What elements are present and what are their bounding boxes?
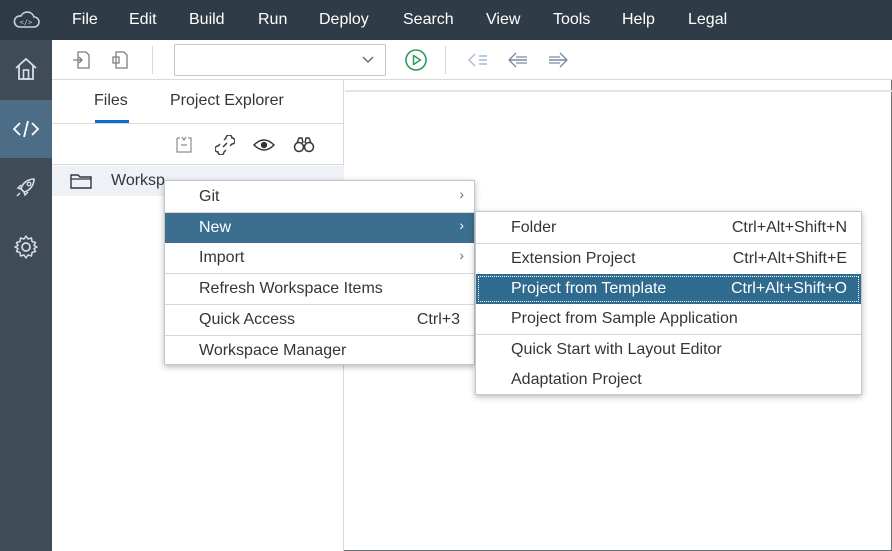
chevron-down-icon bbox=[362, 56, 374, 64]
home-icon[interactable] bbox=[0, 40, 52, 98]
code-icon[interactable] bbox=[0, 100, 52, 158]
menu-build[interactable]: Build bbox=[189, 0, 225, 40]
activity-bar bbox=[0, 40, 52, 551]
menu-item-adaptation-project[interactable]: Adaptation Project bbox=[476, 365, 861, 395]
panel-tabs: Files Project Explorer bbox=[52, 80, 344, 124]
forward-arrow-icon[interactable] bbox=[546, 48, 570, 72]
shortcut-label: Ctrl+3 bbox=[416, 311, 460, 328]
last-edit-location-icon[interactable] bbox=[466, 48, 490, 72]
active-tab-indicator bbox=[95, 120, 129, 123]
menu-item-new[interactable]: New › bbox=[165, 213, 474, 243]
menu-deploy[interactable]: Deploy bbox=[319, 0, 369, 40]
toolbar bbox=[52, 40, 892, 80]
menu-item-quick-access[interactable]: Quick Access Ctrl+3 bbox=[165, 305, 474, 335]
workspace-context-menu: Git › New › Import › Refresh Workspace I… bbox=[164, 180, 475, 365]
tab-files[interactable]: Files bbox=[94, 92, 128, 110]
menu-edit[interactable]: Edit bbox=[129, 0, 157, 40]
run-icon[interactable] bbox=[404, 48, 428, 72]
menu-item-quick-start-layout-editor[interactable]: Quick Start with Layout Editor bbox=[476, 335, 861, 365]
gear-icon[interactable] bbox=[0, 218, 52, 276]
tab-project-explorer[interactable]: Project Explorer bbox=[170, 92, 284, 110]
menu-legal[interactable]: Legal bbox=[688, 0, 727, 40]
shortcut-label: Ctrl+Alt+Shift+N bbox=[731, 219, 847, 236]
collapse-all-icon[interactable] bbox=[173, 134, 195, 156]
chevron-right-icon: › bbox=[459, 186, 464, 202]
menu-item-project-from-sample-application[interactable]: Project from Sample Application bbox=[476, 304, 861, 334]
toolbar-divider bbox=[445, 46, 446, 74]
menu-item-refresh-workspace-items[interactable]: Refresh Workspace Items bbox=[165, 274, 474, 304]
binoculars-icon[interactable] bbox=[293, 134, 315, 156]
file-tree-toolbar bbox=[52, 125, 344, 165]
shortcut-label: Ctrl+Alt+Shift+E bbox=[732, 250, 847, 267]
rocket-icon[interactable] bbox=[0, 158, 52, 216]
menu-item-workspace-manager[interactable]: Workspace Manager bbox=[165, 336, 474, 366]
menu-item-git[interactable]: Git › bbox=[165, 182, 474, 212]
menu-view[interactable]: View bbox=[486, 0, 520, 40]
menu-item-import[interactable]: Import › bbox=[165, 243, 474, 273]
run-configuration-select[interactable] bbox=[174, 44, 386, 76]
export-file-icon[interactable] bbox=[108, 48, 132, 72]
cloud-logo-icon[interactable]: </> bbox=[0, 0, 52, 40]
eye-icon[interactable] bbox=[253, 134, 275, 156]
menu-item-extension-project[interactable]: Extension Project Ctrl+Alt+Shift+E bbox=[476, 244, 861, 274]
toolbar-divider bbox=[152, 46, 153, 74]
menu-item-folder[interactable]: Folder Ctrl+Alt+Shift+N bbox=[476, 213, 861, 243]
menu-help[interactable]: Help bbox=[622, 0, 655, 40]
new-submenu: Folder Ctrl+Alt+Shift+N Extension Projec… bbox=[475, 211, 862, 395]
menu-search[interactable]: Search bbox=[403, 0, 454, 40]
workspace-label: Worksp bbox=[111, 172, 165, 189]
chevron-right-icon: › bbox=[459, 247, 464, 263]
editor-tab-strip bbox=[345, 90, 892, 92]
import-file-icon[interactable] bbox=[70, 48, 94, 72]
chevron-right-icon: › bbox=[459, 217, 464, 233]
menu-item-project-from-template[interactable]: Project from Template Ctrl+Alt+Shift+O bbox=[476, 274, 861, 304]
folder-icon bbox=[70, 174, 92, 189]
link-icon[interactable] bbox=[214, 134, 236, 156]
menu-file[interactable]: File bbox=[72, 0, 98, 40]
back-arrow-icon[interactable] bbox=[506, 48, 530, 72]
menu-tools[interactable]: Tools bbox=[553, 0, 590, 40]
menu-run[interactable]: Run bbox=[258, 0, 287, 40]
svg-text:</>: </> bbox=[20, 19, 33, 27]
menubar: </> File Edit Build Run Deploy Search Vi… bbox=[0, 0, 892, 40]
shortcut-label: Ctrl+Alt+Shift+O bbox=[730, 280, 847, 297]
